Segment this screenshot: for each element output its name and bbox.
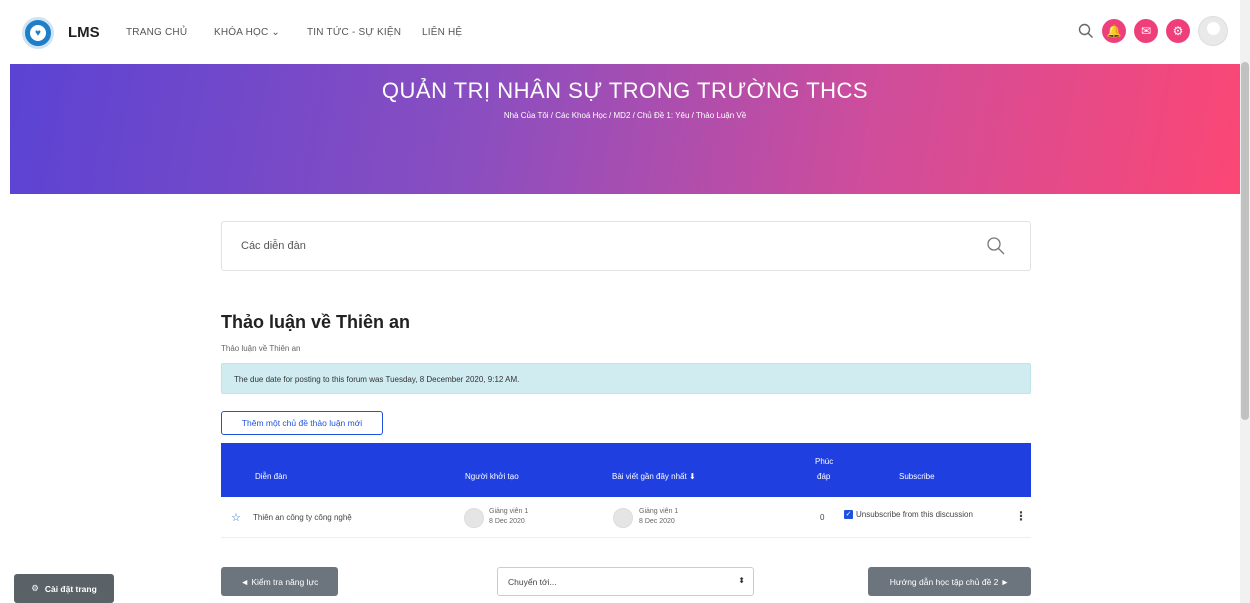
starter-name[interactable]: Giảng viên 1 bbox=[489, 507, 528, 516]
breadcrumb[interactable]: Nhà Của Tôi / Các Khoá Học / MD2 / Chủ Đ… bbox=[10, 111, 1240, 120]
previous-activity-button[interactable]: ◄ Kiểm tra năng lực bbox=[221, 567, 338, 596]
last-post-author[interactable]: Giảng viên 1 bbox=[639, 507, 678, 516]
forum-search-box[interactable]: Các diễn đàn bbox=[221, 221, 1031, 271]
brand-name[interactable]: LMS bbox=[68, 24, 100, 41]
discussion-title[interactable]: Thiên an công ty công nghệ bbox=[253, 513, 352, 522]
notifications-icon[interactable]: 🔔 bbox=[1102, 19, 1126, 43]
top-navbar: ♥ LMS TRANG CHỦ KHÓA HỌC ⌄ TIN TỨC - SỰ … bbox=[0, 0, 1240, 64]
table-row[interactable]: ☆ Thiên an công ty công nghệ Giảng viên … bbox=[221, 498, 1031, 538]
star-icon[interactable]: ☆ bbox=[231, 511, 241, 524]
site-logo[interactable]: ♥ bbox=[22, 17, 54, 49]
search-input[interactable]: Các diễn đàn bbox=[241, 240, 306, 252]
last-post-avatar bbox=[613, 508, 633, 528]
page-scrollbar[interactable] bbox=[1240, 0, 1250, 603]
gear-icon: ⚙ bbox=[31, 583, 39, 593]
column-replies-line1[interactable]: Phúc bbox=[815, 457, 833, 466]
alert-text: The due date for posting to this forum w… bbox=[234, 375, 520, 384]
gear-icon[interactable]: ⚙ bbox=[1166, 19, 1190, 43]
page-settings-label: Cài đặt trang bbox=[44, 583, 97, 594]
starter-avatar bbox=[464, 508, 484, 528]
search-icon[interactable] bbox=[1078, 23, 1094, 39]
column-subscribe[interactable]: Subscribe bbox=[899, 472, 935, 481]
column-discussion[interactable]: Diễn đàn bbox=[255, 472, 287, 481]
column-started-by[interactable]: Người khởi tạo bbox=[465, 472, 519, 481]
next-activity-button[interactable]: Hướng dẫn học tập chủ đề 2 ► bbox=[868, 567, 1031, 596]
course-title: QUẢN TRỊ NHÂN SỰ TRONG TRƯỜNG THCS bbox=[381, 78, 869, 103]
add-discussion-button[interactable]: Thêm một chủ đề thảo luận mới bbox=[221, 411, 383, 435]
jump-to-label: Chuyển tới... bbox=[508, 577, 557, 587]
page-title: Thảo luận về Thiên an bbox=[221, 312, 411, 332]
subscribe-label[interactable]: Unsubscribe from this discussion bbox=[856, 510, 973, 519]
jump-to-select[interactable]: Chuyển tới... ⬍ bbox=[497, 567, 754, 596]
reply-count: 0 bbox=[820, 513, 825, 522]
subscribe-checkbox[interactable]: ✓ bbox=[844, 510, 853, 519]
column-replies-line2[interactable]: đáp bbox=[817, 472, 830, 481]
messages-icon[interactable]: ✉ bbox=[1134, 19, 1158, 43]
nav-home[interactable]: TRANG CHỦ bbox=[126, 27, 187, 38]
discussion-table-header: Diễn đàn Người khởi tạo Bài viết gần đây… bbox=[221, 443, 1031, 497]
starter-date: 8 Dec 2020 bbox=[489, 518, 525, 525]
column-last-post[interactable]: Bài viết gần đây nhất ⬇ bbox=[612, 472, 696, 481]
scrollbar-thumb[interactable] bbox=[1241, 62, 1249, 420]
course-hero-banner: QUẢN TRỊ NHÂN SỰ TRONG TRƯỜNG THCS Nhà C… bbox=[10, 64, 1240, 194]
nav-courses[interactable]: KHÓA HỌC ⌄ bbox=[214, 27, 280, 38]
page-settings-button[interactable]: ⚙ Cài đặt trang bbox=[14, 574, 114, 603]
discussion-actions-menu[interactable]: ⋮ bbox=[1015, 509, 1027, 523]
logo-mark: ♥ bbox=[30, 25, 46, 41]
select-caret-icon: ⬍ bbox=[738, 576, 745, 585]
search-icon[interactable] bbox=[986, 236, 1006, 256]
nav-contact[interactable]: LIÊN HỆ bbox=[422, 27, 462, 38]
user-avatar[interactable] bbox=[1198, 16, 1228, 46]
nav-news-events[interactable]: TIN TỨC - SỰ KIỆN bbox=[307, 27, 401, 38]
page-subtitle: Thảo luận về Thiên an bbox=[221, 344, 301, 353]
last-post-date[interactable]: 8 Dec 2020 bbox=[639, 517, 675, 526]
due-date-alert: The due date for posting to this forum w… bbox=[221, 363, 1031, 394]
header-actions: 🔔 ✉ ⚙ bbox=[1078, 16, 1228, 46]
